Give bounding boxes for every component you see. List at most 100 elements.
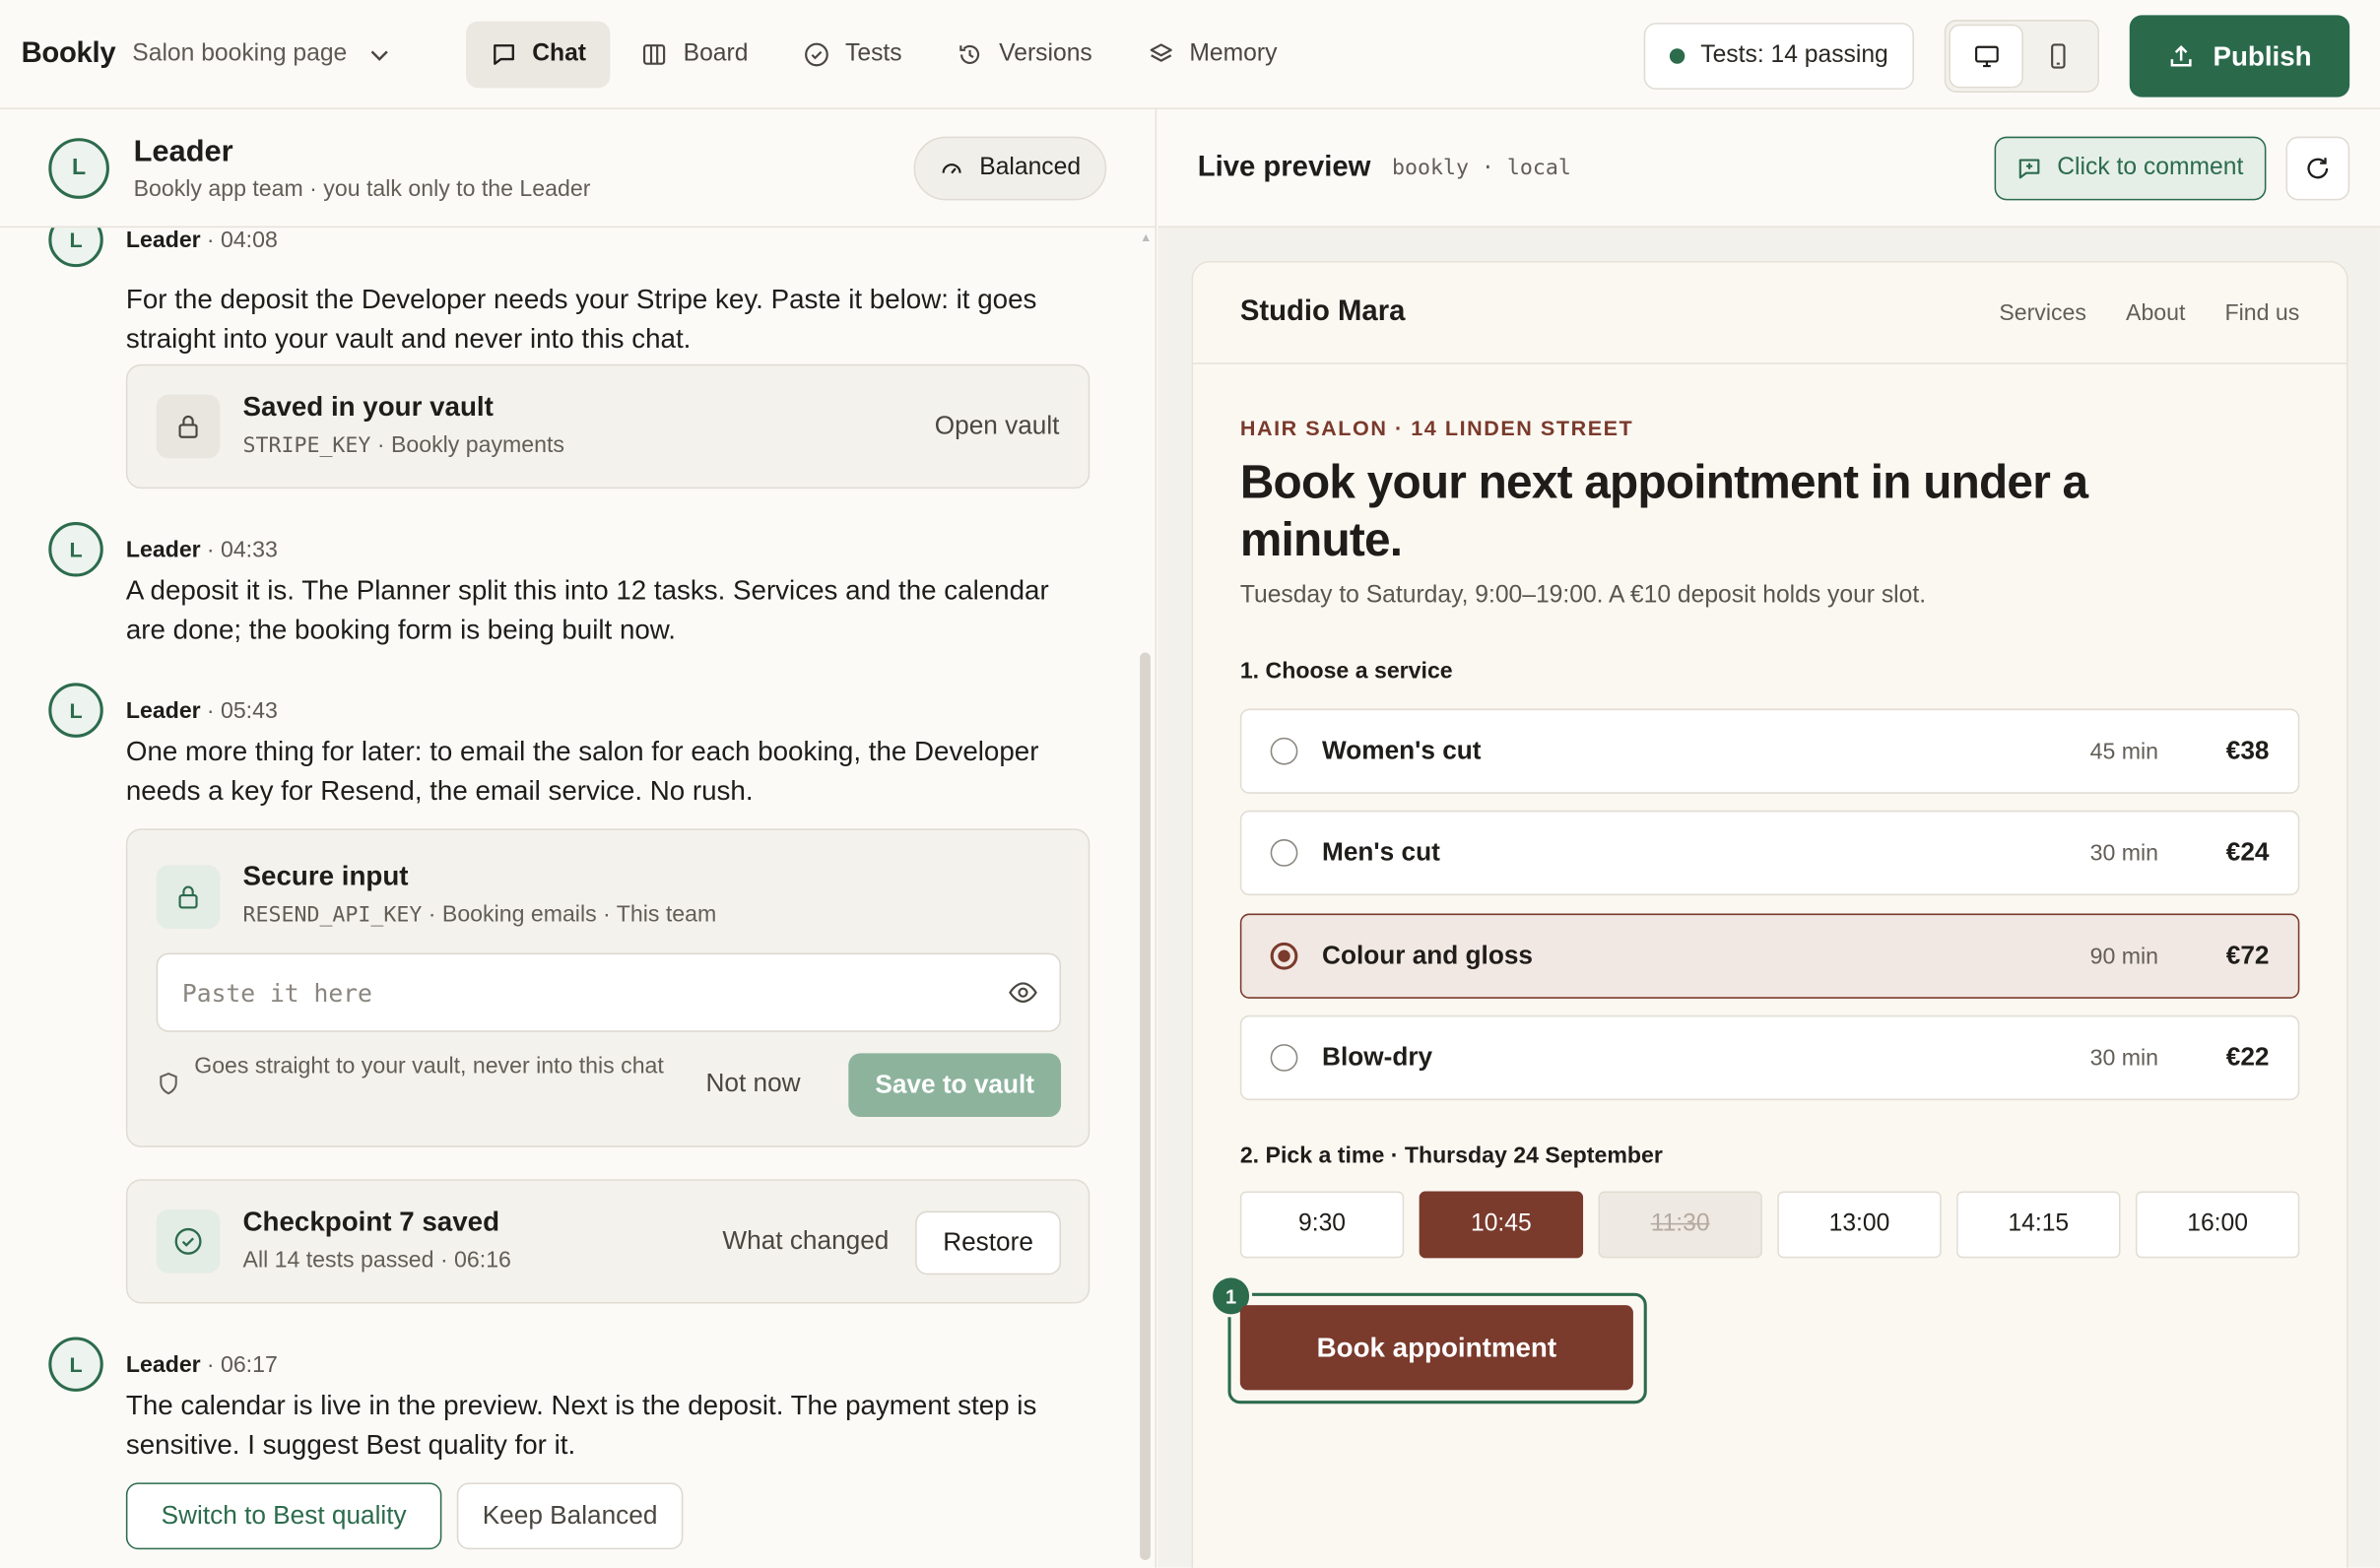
- message-header: L Leader · 04:33: [48, 522, 1095, 577]
- secure-key-desc: · Booking emails · This team: [422, 901, 717, 928]
- lock-icon-box: [156, 394, 221, 459]
- site-link-about[interactable]: About: [2126, 299, 2185, 325]
- message-text: One more thing for later: to email the s…: [125, 736, 1039, 807]
- preview-panel: Live preview bookly · local Click to com…: [1157, 108, 2380, 1568]
- app-root: Bookly Salon booking page Chat Board Tes…: [0, 0, 2380, 1568]
- time-slot-selected[interactable]: 10:45: [1419, 1191, 1584, 1259]
- time-slot[interactable]: 9:30: [1239, 1191, 1405, 1259]
- what-changed-button[interactable]: What changed: [722, 1226, 889, 1257]
- leader-name: Leader: [133, 134, 233, 168]
- open-vault-button[interactable]: Open vault: [935, 412, 1060, 442]
- time-slot[interactable]: 16:00: [2135, 1191, 2300, 1259]
- service-option-blow-dry[interactable]: Blow-dry 30 min €22: [1239, 1014, 2300, 1101]
- secure-note: Goes straight to your vault, never into …: [194, 1053, 664, 1079]
- chat-scroll-area[interactable]: ▲ L Leader · 04:08 For the deposit the D…: [0, 228, 1156, 1568]
- service-price: €24: [2225, 837, 2270, 867]
- radio-button[interactable]: [1270, 1044, 1298, 1072]
- tab-board[interactable]: Board: [617, 21, 772, 88]
- main-nav: Chat Board Tests Versions Memory: [465, 20, 1301, 88]
- board-icon: [643, 43, 666, 65]
- check-icon-box: [156, 1209, 221, 1274]
- message-author: Leader: [125, 696, 201, 724]
- service-option-mens-cut[interactable]: Men's cut 30 min €24: [1239, 810, 2300, 896]
- vault-key-name: STRIPE_KEY: [242, 433, 371, 459]
- quality-mode-label: Balanced: [979, 155, 1082, 181]
- service-duration: 30 min: [2089, 839, 2159, 867]
- eye-icon[interactable]: [1008, 979, 1038, 1007]
- desktop-view-button[interactable]: [1950, 26, 2022, 87]
- site-headline: Book your next appointment in under a mi…: [1239, 455, 2088, 566]
- message-text: The calendar is live in the preview. Nex…: [125, 1390, 1037, 1461]
- checkpoint-sub: All 14 tests passed · 06:16: [242, 1247, 511, 1274]
- radio-button[interactable]: [1270, 839, 1298, 867]
- radio-button-selected[interactable]: [1270, 942, 1298, 970]
- secret-input-wrapper: [156, 952, 1062, 1032]
- secure-card-sub: RESEND_API_KEY · Booking emails · This t…: [243, 901, 717, 927]
- tab-board-label: Board: [683, 39, 749, 67]
- brand-name: Bookly: [21, 36, 116, 70]
- switch-best-quality-button[interactable]: Switch to Best quality: [125, 1482, 442, 1550]
- site-preview: Studio Mara Services About Find us HAIR …: [1191, 261, 2348, 1568]
- not-now-button[interactable]: Not now: [705, 1069, 800, 1099]
- leader-avatar: L: [48, 522, 103, 577]
- site-link-find-us[interactable]: Find us: [2224, 299, 2299, 325]
- leader-avatar: L: [48, 683, 103, 738]
- lock-icon: [178, 415, 198, 438]
- site-link-services[interactable]: Services: [1999, 299, 2086, 325]
- service-price: €72: [2225, 941, 2270, 970]
- service-option-colour-and-gloss[interactable]: Colour and gloss 90 min €72: [1239, 913, 2300, 999]
- message-text: A deposit it is. The Planner split this …: [125, 574, 1049, 645]
- leader-header: L Leader Bookly app team · you talk only…: [0, 108, 1156, 229]
- restore-button[interactable]: Restore: [915, 1210, 1062, 1275]
- message-time: · 06:17: [206, 1351, 278, 1378]
- click-to-comment-button[interactable]: Click to comment: [1995, 136, 2267, 201]
- message-text: For the deposit the Developer needs your…: [125, 284, 1037, 355]
- secure-input-card: Secure input RESEND_API_KEY · Booking em…: [125, 828, 1091, 1147]
- site-subheadline: Tuesday to Saturday, 9:00–19:00. A €10 d…: [1239, 582, 1927, 609]
- scroll-up-arrow[interactable]: ▲: [1140, 230, 1152, 244]
- time-slot[interactable]: 14:15: [1956, 1191, 2121, 1259]
- layers-icon: [1149, 42, 1172, 61]
- save-to-vault-button[interactable]: Save to vault: [848, 1053, 1062, 1118]
- service-price: €22: [2225, 1042, 2270, 1072]
- time-slot[interactable]: 13:00: [1777, 1191, 1942, 1259]
- tab-chat-label: Chat: [532, 39, 587, 67]
- vault-key-desc: · Bookly payments: [370, 432, 564, 459]
- tab-memory[interactable]: Memory: [1123, 21, 1301, 88]
- tab-memory-label: Memory: [1189, 39, 1278, 67]
- service-option-womens-cut[interactable]: Women's cut 45 min €38: [1239, 708, 2300, 794]
- vault-saved-card: Saved in your vault STRIPE_KEY · Bookly …: [125, 363, 1091, 490]
- preview-url: bookly · local: [1392, 155, 1571, 180]
- secret-input[interactable]: [158, 954, 948, 1031]
- quality-mode-button[interactable]: Balanced: [913, 136, 1107, 201]
- tab-versions[interactable]: Versions: [932, 21, 1116, 88]
- tests-status-badge[interactable]: Tests: 14 passing: [1644, 23, 1914, 90]
- lock-icon-box: [156, 865, 221, 929]
- publish-button[interactable]: Publish: [2129, 15, 2350, 98]
- leader-avatar: L: [48, 228, 103, 268]
- chat-scrollbar[interactable]: [1140, 652, 1151, 1560]
- radio-button[interactable]: [1270, 737, 1298, 765]
- status-dot: [1670, 48, 1686, 64]
- site-brand: Studio Mara: [1239, 295, 1406, 328]
- message-header: L Leader · 04:08: [48, 228, 1095, 268]
- tab-tests[interactable]: Tests: [778, 21, 926, 88]
- comment-plus-icon: [2019, 159, 2040, 179]
- keep-balanced-button[interactable]: Keep Balanced: [456, 1482, 684, 1550]
- top-bar: Bookly Salon booking page Chat Board Tes…: [0, 0, 2380, 109]
- comment-highlight: 1 Book appointment: [1210, 1274, 1647, 1405]
- chat-message: L Leader · 05:43 One more thing for late…: [48, 683, 1095, 810]
- tab-tests-label: Tests: [845, 39, 902, 67]
- message-header: L Leader · 06:17: [48, 1337, 1095, 1392]
- mobile-view-button[interactable]: [2021, 26, 2092, 87]
- service-name: Colour and gloss: [1322, 941, 1533, 970]
- chat-message: L Leader · 06:17 The calendar is live in…: [48, 1337, 1095, 1464]
- book-appointment-button[interactable]: Book appointment: [1239, 1305, 1633, 1391]
- project-selector[interactable]: Salon booking page: [132, 40, 389, 68]
- refresh-button[interactable]: [2285, 136, 2350, 201]
- refresh-icon: [2307, 158, 2329, 179]
- chat-icon: [493, 43, 514, 65]
- site-eyebrow: HAIR SALON · 14 LINDEN STREET: [1239, 416, 1634, 440]
- chat-message: L Leader · 04:08 For the deposit the Dev…: [48, 228, 1095, 359]
- tab-chat[interactable]: Chat: [465, 20, 611, 88]
